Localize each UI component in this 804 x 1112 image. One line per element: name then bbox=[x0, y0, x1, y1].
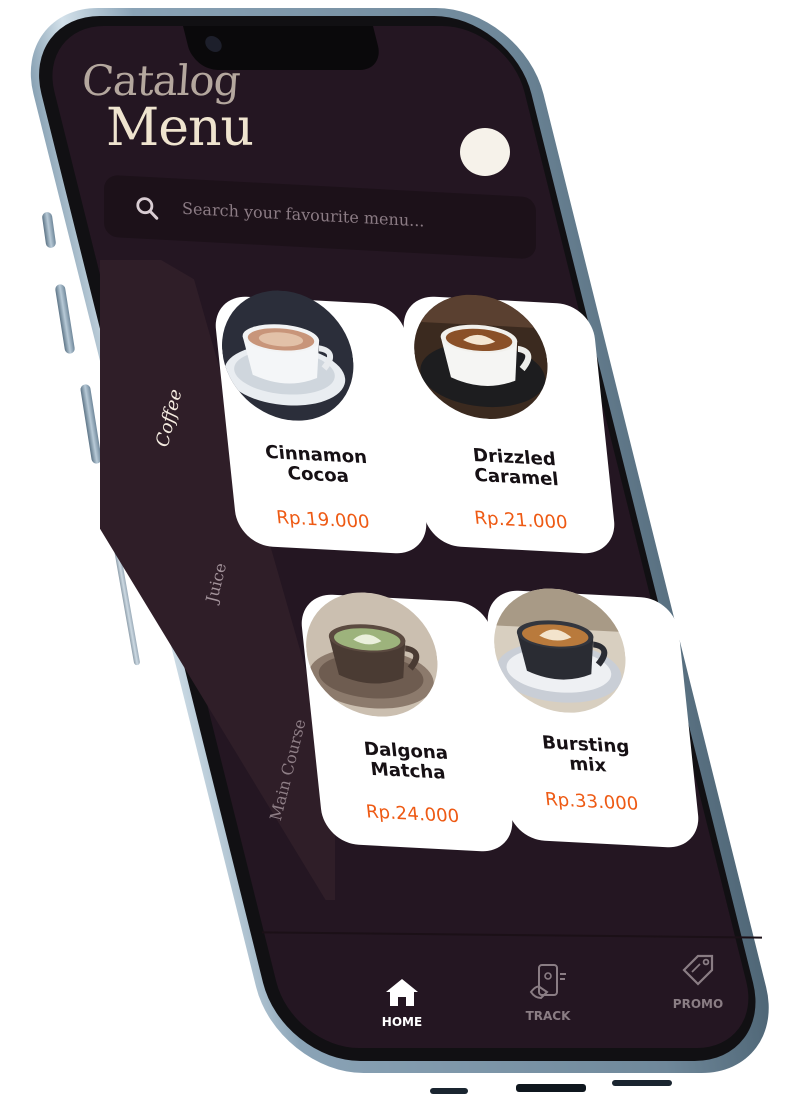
product-image-bursting-mix bbox=[487, 585, 632, 717]
promo-tag-icon bbox=[682, 954, 714, 986]
nav-track[interactable]: TRACK bbox=[516, 962, 580, 1023]
phone-mockup: Catalog Menu Search your favourite menu.… bbox=[0, 0, 804, 1112]
product-card-cinnamon-cocoa[interactable]: Cinnamon Cocoa Rp.19.000 bbox=[212, 287, 430, 555]
app-content: Catalog Menu Search your favourite menu.… bbox=[0, 0, 804, 1112]
product-price: Rp.19.000 bbox=[275, 507, 371, 534]
product-price: Rp.21.000 bbox=[473, 507, 569, 534]
nav-home[interactable]: HOME bbox=[370, 976, 434, 1029]
product-card-dalgona-matcha[interactable]: Dalgona Matcha Rp.24.000 bbox=[298, 589, 516, 853]
product-image-cinnamon-cocoa bbox=[215, 287, 360, 425]
product-price: Rp.33.000 bbox=[544, 789, 640, 815]
nav-promo[interactable]: PROMO bbox=[666, 952, 730, 1011]
nav-promo-label: PROMO bbox=[672, 997, 724, 1011]
profile-avatar[interactable] bbox=[460, 128, 510, 176]
home-icon bbox=[386, 979, 418, 1006]
search-input[interactable]: Search your favourite menu... bbox=[182, 199, 424, 231]
product-card-bursting-mix[interactable]: Bursting mix Rp.33.000 bbox=[484, 585, 702, 849]
nav-track-label: TRACK bbox=[525, 1009, 571, 1023]
nav-divider bbox=[262, 931, 762, 939]
search-icon bbox=[136, 197, 159, 220]
track-phone-icon bbox=[529, 964, 566, 1000]
product-image-dalgona-matcha bbox=[299, 589, 444, 720]
product-price: Rp.24.000 bbox=[364, 801, 461, 828]
nav-home-label: HOME bbox=[381, 1015, 423, 1029]
search-bar[interactable]: Search your favourite menu... bbox=[104, 174, 536, 260]
product-card-drizzled-caramel[interactable]: Drizzled Caramel Rp.21.000 bbox=[400, 291, 618, 555]
product-image-drizzled-caramel bbox=[407, 291, 554, 423]
title-menu: Menu bbox=[106, 98, 254, 158]
